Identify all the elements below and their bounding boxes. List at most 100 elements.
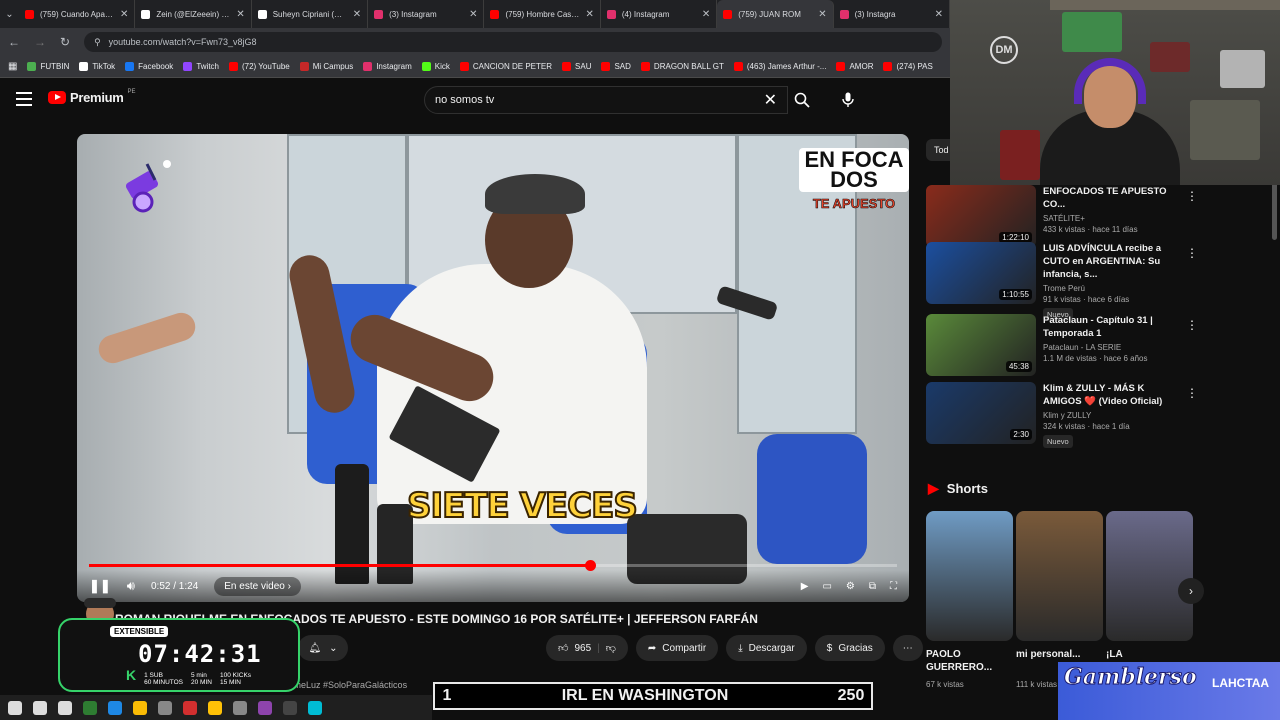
channel-name[interactable]: Pataclaun - LA SERIE [1043,343,1178,352]
subtitles-icon[interactable]: ▭ [822,581,831,592]
short-title[interactable]: ¡LA [1106,648,1186,661]
autoplay-icon[interactable]: ▶ [801,581,809,592]
close-tab-icon[interactable]: ✕ [469,9,477,20]
channel-name[interactable]: Klim y ZULLY [1043,411,1178,420]
like-button[interactable]: 👍︎ 965 | 👎︎ [546,635,628,661]
bookmark-item[interactable]: Facebook [125,62,173,71]
short-title[interactable]: PAOLO GUERRERO... [926,648,1006,674]
bookmark-item[interactable]: CANCION DE PETER [459,62,552,71]
bookmark-item[interactable]: (463) James Arthur -... [733,62,826,71]
reload-icon[interactable]: ↻ [60,35,70,49]
bookmark-item[interactable]: FUTBIN [27,62,69,71]
browser-tab[interactable]: (3) Instagra ✕ [834,0,950,28]
settings-icon[interactable]: ⚙ [846,581,855,592]
chapter-button[interactable]: En este video › [214,576,301,596]
browser-tab[interactable]: (3) Instagram ✕ [368,0,485,28]
tab-search-icon[interactable]: ⌄ [0,9,19,20]
taskbar-app-icon[interactable] [8,700,22,715]
taskbar-app-icon[interactable] [283,700,297,715]
close-tab-icon[interactable]: ✕ [353,9,361,20]
channel-name[interactable]: SATÉLITE+ [1043,214,1178,223]
bookmark-item[interactable]: Mi Campus [299,62,353,71]
forward-icon[interactable]: → [34,35,46,49]
bookmark-item[interactable]: SAU [562,62,591,71]
browser-tab[interactable]: (4) Instagram ✕ [601,0,718,28]
url-field[interactable]: ⚲ youtube.com/watch?v=Fwn73_v8jG8 [84,32,942,52]
recommended-video[interactable]: 45:38 Pataclaun - Capítulo 31 | Temporad… [926,314,1198,378]
short-thumbnail[interactable] [1016,511,1103,641]
thumbs-down-icon[interactable]: 👎︎ [606,642,616,654]
browser-tab[interactable]: (759) JUAN ROM ✕ [717,0,834,28]
browser-tab[interactable]: (759) Cuando Aparez ✕ [19,0,136,28]
download-button[interactable]: ⤓ Descargar [726,635,807,661]
taskbar-app-icon[interactable] [58,700,72,715]
taskbar-app-icon[interactable] [33,700,47,715]
bookmark-item[interactable]: Twitch [183,62,219,71]
close-tab-icon[interactable]: ✕ [585,9,593,20]
taskbar-app-icon[interactable] [158,700,172,715]
bookmark-item[interactable]: Kick [421,62,450,71]
short-thumbnail[interactable] [926,511,1013,641]
recommended-video[interactable]: 1:22:10 ENFOCADOS TE APUESTO CO... SATÉL… [926,185,1198,249]
short-thumbnail[interactable] [1106,511,1193,641]
taskbar-app-icon[interactable] [133,700,147,715]
youtube-logo[interactable]: Premium PE [48,89,136,105]
search-value: no somos tv [435,94,495,106]
miniplayer-icon[interactable]: ⧉ [869,581,876,592]
video-thumbnail[interactable]: 45:38 [926,314,1036,376]
video-thumbnail[interactable]: 1:22:10 [926,185,1036,247]
close-tab-icon[interactable]: ✕ [120,9,128,20]
taskbar-app-icon[interactable] [183,700,197,715]
recommended-video[interactable]: 1:10:55 LUIS ADVÍNCULA recibe a CUTO en … [926,242,1198,321]
bookmark-item[interactable]: SAD [601,62,631,71]
back-icon[interactable]: ← [8,35,20,49]
taskbar-app-icon[interactable] [308,700,322,715]
search-input[interactable]: no somos tv ✕ [424,86,788,114]
bookmark-item[interactable]: DRAGON BALL GT [640,62,724,71]
clear-search-icon[interactable]: ✕ [764,90,777,110]
bookmark-item[interactable]: Instagram [363,62,412,71]
taskbar-app-icon[interactable] [233,700,247,715]
more-actions-button[interactable]: ⋯ [892,635,923,661]
taskbar-app-icon[interactable] [258,700,272,715]
channel-name[interactable]: Trome Perú [1043,284,1178,293]
close-tab-icon[interactable]: ✕ [702,9,710,20]
menu-icon[interactable] [16,92,32,106]
short-title[interactable]: mi personal... [1016,648,1096,661]
close-tab-icon[interactable]: ✕ [935,9,943,20]
video-thumbnail[interactable]: 1:10:55 [926,242,1036,304]
subscribe-notification-button[interactable]: 🔔︎ ⌄ [298,635,348,661]
taskbar-app-icon[interactable] [108,700,122,715]
chapter-label: En este video [224,580,285,592]
bookmark-item[interactable]: TikTok [79,62,115,71]
more-options-icon[interactable]: ⋮ [1186,318,1198,332]
share-button[interactable]: ➦ Compartir [635,635,719,661]
rule-tip-time: 20 MIN [191,679,212,686]
progress-bar[interactable] [89,560,897,571]
taskbar-app-icon[interactable] [208,700,222,715]
more-options-icon[interactable]: ⋮ [1186,189,1198,203]
taskbar-app-icon[interactable] [83,700,97,715]
tab-favicon-icon [839,9,849,19]
video-thumbnail[interactable]: 2:30 [926,382,1036,444]
bookmark-item[interactable]: (72) YouTube [228,62,290,71]
browser-tab[interactable]: Suheyn Cipriani (@Ci ✕ [252,0,369,28]
apps-icon[interactable]: ▦ [8,61,17,72]
search-button[interactable] [788,86,816,114]
more-options-icon[interactable]: ⋮ [1186,386,1198,400]
browser-tab[interactable]: (759) Hombre Casad ✕ [484,0,601,28]
bookmark-item[interactable]: AMOR [836,62,873,71]
browser-tab[interactable]: Zein (@ElZeeein) / X ✕ [135,0,252,28]
recommended-video[interactable]: 2:30 Klim & ZULLY - MÁS K AMIGOS ❤️ (Vid… [926,382,1198,448]
close-tab-icon[interactable]: ✕ [236,9,244,20]
voice-search-button[interactable] [834,86,862,114]
thanks-button[interactable]: $ Gracias [814,635,885,661]
more-options-icon[interactable]: ⋮ [1186,246,1198,260]
close-tab-icon[interactable]: ✕ [818,9,826,20]
site-info-icon[interactable]: ⚲ [94,37,101,48]
shelf-item [1150,42,1190,72]
shorts-next-button[interactable]: › [1178,578,1204,604]
video-player[interactable]: EN FOCA DOS TE APUESTO SIETE VECES ❚❚ 🔊︎… [77,134,909,602]
fullscreen-icon[interactable]: ⛶ [890,581,897,592]
bookmark-item[interactable]: (274) PAS [883,62,933,71]
